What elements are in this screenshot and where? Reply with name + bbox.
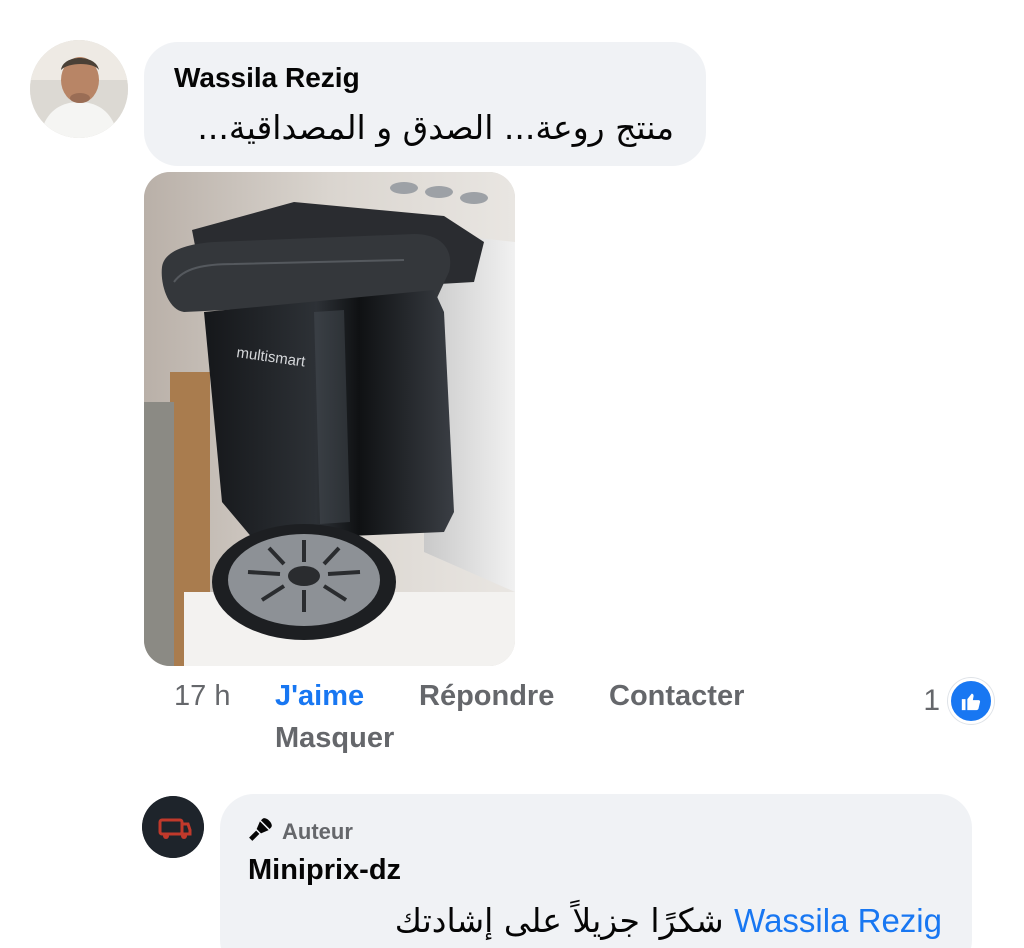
page-logo xyxy=(142,796,204,858)
like-thumb-icon xyxy=(948,678,994,724)
mention-link[interactable]: Wassila Rezig xyxy=(734,902,942,939)
reaction-summary[interactable]: 1 xyxy=(923,678,994,724)
reply-text: Wassila Rezig شكرًا جزيلاً على إشادتك xyxy=(395,901,942,940)
reaction-count: 1 xyxy=(923,684,940,717)
reply-message: شكرًا جزيلاً على إشادتك xyxy=(394,901,724,940)
comment-text: منتج روعة... الصدق و المصداقية... xyxy=(197,108,674,147)
comment-photo[interactable]: multismart xyxy=(144,172,515,666)
comment-bubble: Wassila Rezig منتج روعة... الصدق و المصد… xyxy=(144,42,706,166)
comment-timestamp[interactable]: 17 h xyxy=(174,680,230,713)
page-avatar[interactable] xyxy=(142,796,204,858)
reply-author-name[interactable]: Miniprix-dz xyxy=(248,854,401,887)
commenter-name[interactable]: Wassila Rezig xyxy=(174,62,360,94)
author-badge: Auteur xyxy=(248,816,353,848)
hide-button[interactable]: Masquer xyxy=(275,722,394,755)
like-button[interactable]: J'aime xyxy=(275,680,364,713)
coffee-machine-image: multismart xyxy=(144,172,515,666)
reply-bubble: Auteur Miniprix-dz Wassila Rezig شكرًا ج… xyxy=(220,794,972,948)
commenter-avatar[interactable] xyxy=(30,40,128,138)
contact-button[interactable]: Contacter xyxy=(609,680,744,713)
author-badge-label: Auteur xyxy=(282,819,353,844)
reply-button[interactable]: Répondre xyxy=(419,680,554,713)
comment-thread: Wassila Rezig منتج روعة... الصدق و المصد… xyxy=(0,0,1024,948)
microphone-icon xyxy=(248,816,274,848)
commenter-photo xyxy=(30,40,128,138)
